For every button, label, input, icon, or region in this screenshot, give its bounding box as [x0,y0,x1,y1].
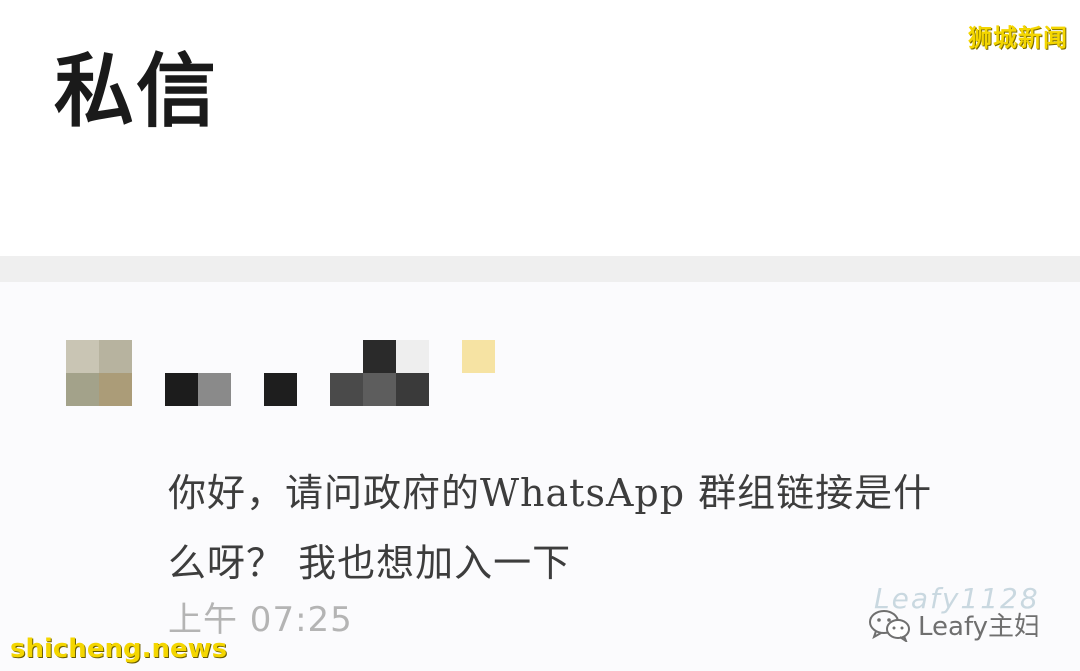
chat-screen: 私信 狮城新闻 你好，请问政府的WhatsApp 群组链接是什 么呀？ 我也想加… [0,0,1080,671]
avatar-pixel [99,340,132,373]
avatar-pixel [66,340,99,373]
name-pixel [396,340,429,373]
name-pixel [363,340,396,373]
name-pixel [363,373,396,406]
section-divider [0,256,1080,282]
page-title: 私信 [54,45,218,138]
site-watermark-bottom: shicheng.news [10,634,228,664]
wechat-icon [868,608,912,644]
pixelated-avatar-icon[interactable] [66,340,132,406]
name-pixel [264,373,297,406]
credit-label: Leafy主妇 [918,612,1041,642]
wechat-credit: Leafy主妇 [868,606,1041,644]
message-line: 你好，请问政府的WhatsApp 群组链接是什 [168,471,933,515]
name-pixel [462,340,495,373]
name-pixel [330,373,363,406]
site-watermark-top: 狮城新闻 [968,24,1068,52]
avatar-pixel [99,373,132,406]
pixelated-username [165,340,505,406]
header: 私信 [0,0,1080,256]
name-pixel [396,373,429,406]
message-body: 你好，请问政府的WhatsApp 群组链接是什 么呀？ 我也想加入一下 [168,458,1008,598]
name-pixel [165,373,198,406]
name-pixel [198,373,231,406]
avatar-pixel [66,373,99,406]
